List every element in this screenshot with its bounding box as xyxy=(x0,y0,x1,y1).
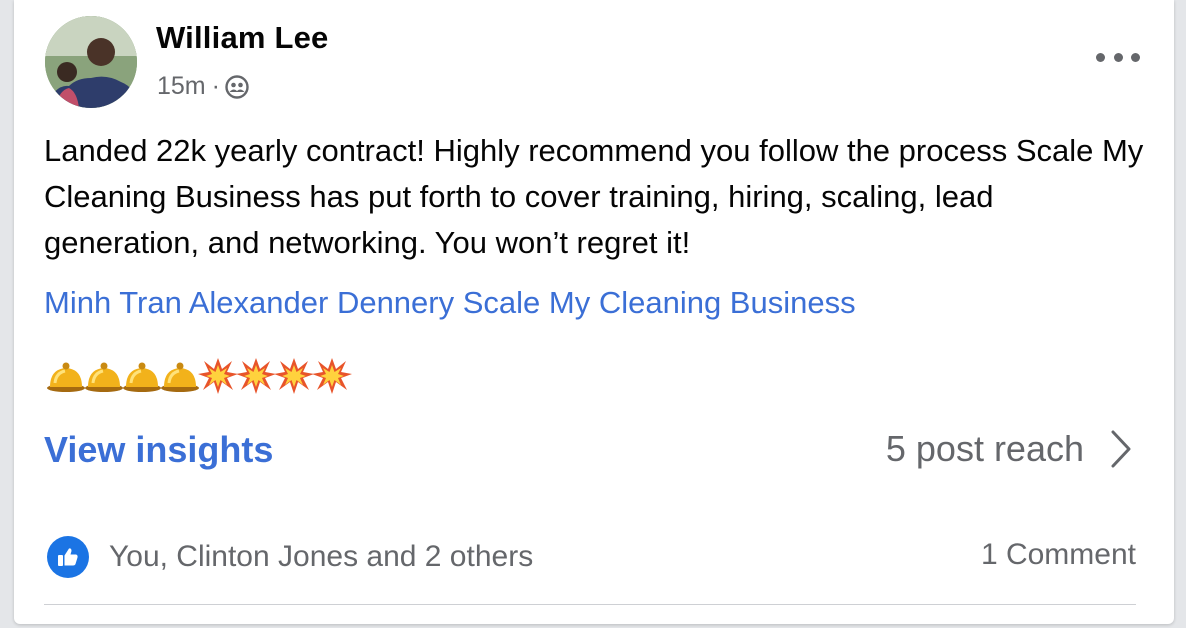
post-meta: 15m · xyxy=(157,72,249,101)
bell-icon xyxy=(121,359,161,393)
post-reach-label: 5 post reach xyxy=(885,428,1084,469)
post-text: Landed 22k yearly contract! Highly recom… xyxy=(44,133,1144,260)
author-avatar[interactable] xyxy=(45,16,137,108)
bell-icon xyxy=(83,359,123,393)
reaction-summary[interactable]: You, Clinton Jones and 2 others xyxy=(47,536,533,578)
tagged-people[interactable]: Minh Tran Alexander Dennery Scale My Cle… xyxy=(44,285,856,321)
collision-icon xyxy=(197,357,238,395)
emoji-row xyxy=(45,357,352,395)
collision-icon xyxy=(273,357,314,395)
bell-icon xyxy=(159,359,199,393)
comment-count[interactable]: 1 Comment xyxy=(981,538,1136,572)
view-insights-link[interactable]: View insights xyxy=(44,429,273,471)
like-icon xyxy=(47,536,89,578)
post-time[interactable]: 15m xyxy=(157,72,206,101)
bell-icon xyxy=(45,359,85,393)
friends-icon[interactable] xyxy=(225,74,249,99)
author-name[interactable]: William Lee xyxy=(156,20,328,56)
post-reach-button[interactable]: 5 post reach xyxy=(886,428,1132,470)
reaction-names: You, Clinton Jones and 2 others xyxy=(109,540,534,573)
post-card: William Lee 15m · Landed 22k yearly cont… xyxy=(14,0,1174,624)
chevron-right-icon xyxy=(1084,429,1132,469)
divider xyxy=(44,604,1136,605)
collision-icon xyxy=(311,357,352,395)
meta-separator: · xyxy=(211,72,220,100)
collision-icon xyxy=(235,357,276,395)
more-options-icon[interactable] xyxy=(1096,43,1140,71)
